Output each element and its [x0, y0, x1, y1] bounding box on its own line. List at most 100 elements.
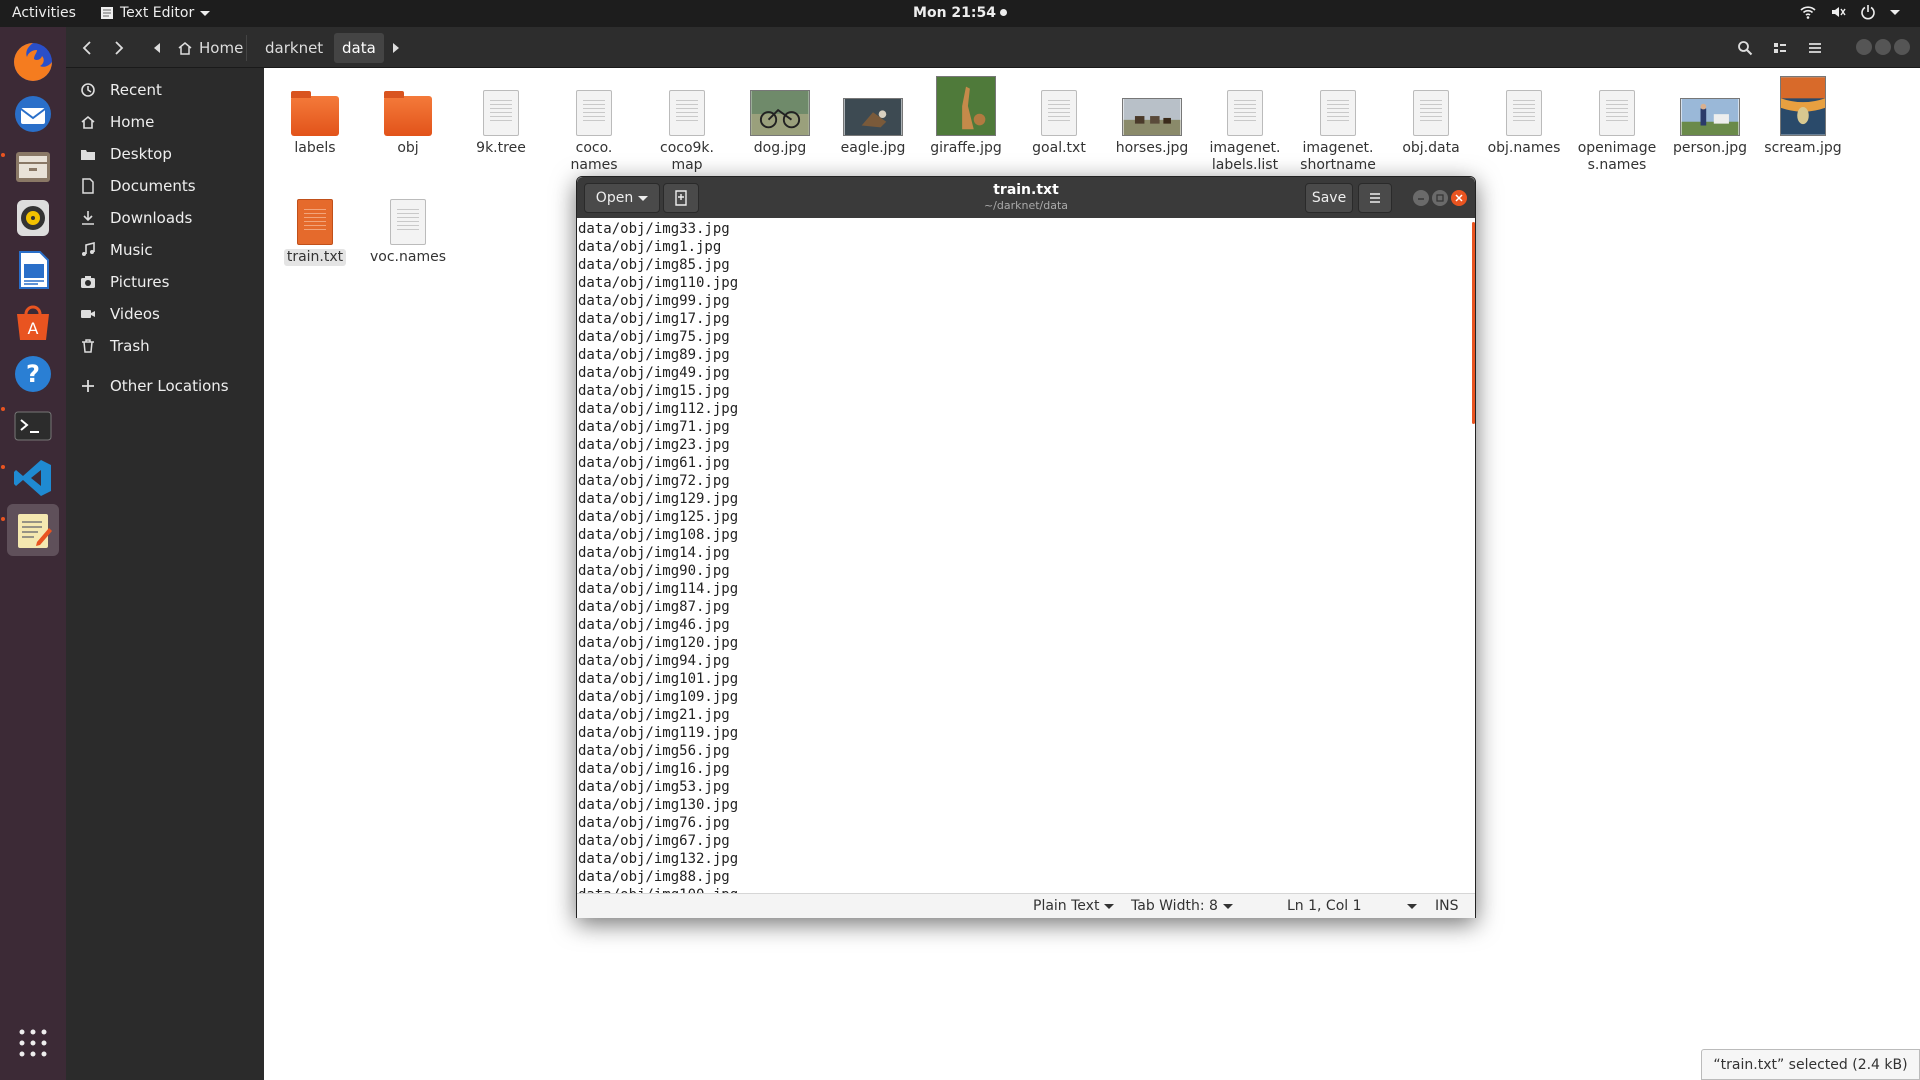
- dock-files[interactable]: [7, 140, 59, 192]
- file-item-eagle-jpg[interactable]: eagle.jpg: [828, 76, 918, 157]
- file-item-voc-names[interactable]: voc.names: [363, 185, 453, 266]
- dock-rhythmbox[interactable]: [7, 192, 59, 244]
- text-line: data/obj/img71.jpg: [578, 419, 730, 435]
- file-item-labels[interactable]: labels: [270, 76, 360, 157]
- file-item-person-jpg[interactable]: person.jpg: [1665, 76, 1755, 157]
- text-line: data/obj/img110.jpg: [578, 275, 739, 291]
- clock[interactable]: Mon 21:54: [913, 5, 996, 21]
- dock-thunderbird[interactable]: [7, 88, 59, 140]
- file-item-dog-jpg[interactable]: dog.jpg: [735, 76, 825, 157]
- text-line: data/obj/img99.jpg: [578, 293, 730, 309]
- sidebar-item-label: Documents: [110, 177, 196, 195]
- sidebar-item-videos[interactable]: Videos: [66, 299, 264, 329]
- text-file-icon: [1041, 90, 1077, 136]
- file-item-obj[interactable]: obj: [363, 76, 453, 157]
- new-document-icon: [675, 190, 687, 206]
- editor-menu-button[interactable]: [1358, 183, 1392, 213]
- close-icon: [1455, 194, 1463, 202]
- back-button[interactable]: [74, 34, 100, 62]
- sidebar-item-other-locations[interactable]: Other Locations: [66, 371, 264, 401]
- sidebar-item-downloads[interactable]: Downloads: [66, 203, 264, 233]
- file-item-9k-tree[interactable]: 9k.tree: [456, 76, 546, 157]
- sidebar-item-desktop[interactable]: Desktop: [66, 139, 264, 169]
- breadcrumb-scroll-left[interactable]: [150, 34, 164, 62]
- language-label: Plain Text: [1033, 898, 1100, 914]
- maximize-button[interactable]: [1875, 39, 1891, 55]
- close-button[interactable]: [1451, 190, 1467, 206]
- tray-chevron-down-icon: [1890, 9, 1900, 15]
- minimize-icon: [1418, 198, 1424, 200]
- file-item-giraffe-jpg[interactable]: giraffe.jpg: [921, 76, 1011, 157]
- sidebar-item-label: Desktop: [110, 145, 172, 163]
- power-icon: [1861, 5, 1875, 20]
- language-selector[interactable]: Plain Text: [1033, 898, 1115, 914]
- file-item-obj-data[interactable]: obj.data: [1386, 76, 1476, 157]
- vscode-icon: [14, 460, 51, 496]
- sidebar-item-trash[interactable]: Trash: [66, 331, 264, 361]
- software-center-icon: A: [17, 305, 49, 340]
- save-button[interactable]: Save: [1305, 183, 1353, 213]
- folder-icon: [384, 91, 432, 136]
- scrollbar[interactable]: [1472, 222, 1475, 424]
- open-button[interactable]: Open: [584, 183, 660, 213]
- dock-software[interactable]: A: [7, 296, 59, 348]
- dock-firefox[interactable]: [7, 36, 59, 88]
- sidebar-item-recent[interactable]: Recent: [66, 75, 264, 105]
- top-bar: Activities Text Editor Mon 21:54: [0, 0, 1920, 27]
- breadcrumb-data[interactable]: data: [334, 33, 384, 63]
- activities-button[interactable]: Activities: [12, 5, 76, 21]
- tab-width-selector[interactable]: Tab Width: 8: [1131, 898, 1233, 914]
- text-line: data/obj/img109.jpg: [578, 689, 739, 705]
- file-name: imagenet. shortname: [1300, 140, 1376, 173]
- sidebar-item-label: Other Locations: [110, 377, 229, 395]
- file-item-horses-jpg[interactable]: horses.jpg: [1107, 76, 1197, 157]
- menu-button[interactable]: [1801, 34, 1829, 62]
- text-area[interactable]: data/obj/img33.jpg data/obj/img1.jpg data/…: [577, 218, 1475, 893]
- breadcrumb-scroll-right[interactable]: [389, 34, 403, 62]
- show-applications-button[interactable]: [7, 1017, 59, 1069]
- file-item-coco-names[interactable]: coco. names: [549, 76, 639, 174]
- file-item-imagenet-labels-list[interactable]: imagenet. labels.list: [1200, 76, 1290, 174]
- chevron-down-icon: [1104, 903, 1115, 909]
- forward-button[interactable]: [106, 34, 132, 62]
- person-image-thumbnail: [1680, 98, 1740, 136]
- document-icon: [82, 178, 94, 194]
- file-item-obj-names[interactable]: obj.names: [1479, 76, 1569, 157]
- sidebar-item-home[interactable]: Home: [66, 107, 264, 137]
- text-file-selected-icon: [297, 199, 333, 245]
- file-name: imagenet. labels.list: [1209, 140, 1281, 173]
- sidebar-item-documents[interactable]: Documents: [66, 171, 264, 201]
- maximize-icon: [1436, 194, 1444, 202]
- system-tray[interactable]: [1800, 4, 1900, 20]
- dock-writer[interactable]: [7, 244, 59, 296]
- scream-image-thumbnail: [1780, 76, 1826, 136]
- clock-icon: [81, 83, 95, 97]
- breadcrumb-home[interactable]: Home: [169, 33, 251, 63]
- minimize-button[interactable]: [1856, 39, 1872, 55]
- dock-terminal[interactable]: [7, 400, 59, 452]
- minimize-button[interactable]: [1413, 190, 1429, 206]
- file-item-coco9k-map[interactable]: coco9k. map: [642, 76, 732, 174]
- dock-vscode[interactable]: [7, 452, 59, 504]
- search-button[interactable]: [1731, 34, 1759, 62]
- file-item-goal-txt[interactable]: goal.txt: [1014, 76, 1104, 157]
- maximize-button[interactable]: [1432, 190, 1448, 206]
- file-item-train-txt[interactable]: train.txt: [270, 185, 360, 266]
- app-menu[interactable]: Text Editor: [100, 5, 211, 21]
- view-options-button[interactable]: [1766, 34, 1794, 62]
- file-item-openimages-names[interactable]: openimage s.names: [1572, 76, 1662, 174]
- chevron-down-icon: [1407, 903, 1417, 909]
- cursor-position-selector[interactable]: Ln 1, Col 1: [1287, 898, 1417, 914]
- insert-mode-indicator: INS: [1435, 898, 1459, 914]
- dock-text-editor[interactable]: [7, 504, 59, 556]
- breadcrumb-darknet[interactable]: darknet: [257, 33, 331, 63]
- rhythmbox-icon: [17, 200, 49, 236]
- file-item-imagenet-shortname[interactable]: imagenet. shortname: [1293, 76, 1383, 174]
- close-button[interactable]: [1894, 39, 1910, 55]
- text-line: data/obj/img17.jpg: [578, 311, 730, 327]
- file-item-scream-jpg[interactable]: scream.jpg: [1758, 76, 1848, 157]
- dock-help[interactable]: ?: [7, 348, 59, 400]
- new-document-button[interactable]: [663, 183, 699, 213]
- sidebar-item-pictures[interactable]: Pictures: [66, 267, 264, 297]
- sidebar-item-music[interactable]: Music: [66, 235, 264, 265]
